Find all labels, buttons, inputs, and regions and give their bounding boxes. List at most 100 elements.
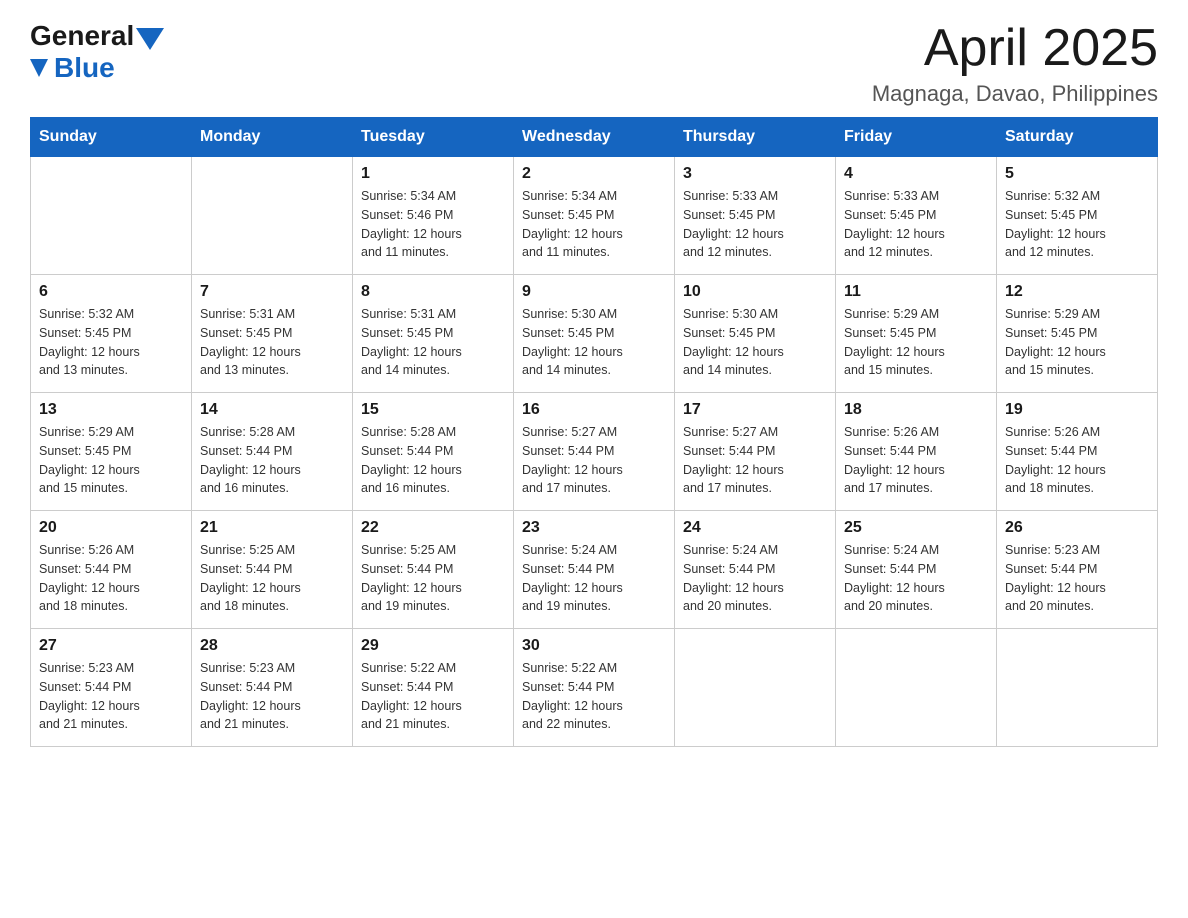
calendar-cell: 14 Sunrise: 5:28 AMSunset: 5:44 PMDayligh… xyxy=(192,393,353,511)
day-info: Sunrise: 5:25 AMSunset: 5:44 PMDaylight:… xyxy=(361,541,505,616)
calendar-cell: 29 Sunrise: 5:22 AMSunset: 5:44 PMDayligh… xyxy=(353,629,514,747)
day-info: Sunrise: 5:27 AMSunset: 5:44 PMDaylight:… xyxy=(522,423,666,498)
weekday-header-tuesday: Tuesday xyxy=(353,118,514,157)
day-info: Sunrise: 5:27 AMSunset: 5:44 PMDaylight:… xyxy=(683,423,827,498)
weekday-header-row: SundayMondayTuesdayWednesdayThursdayFrid… xyxy=(31,118,1158,157)
calendar-week-row: 20 Sunrise: 5:26 AMSunset: 5:44 PMDayligh… xyxy=(31,511,1158,629)
calendar-cell xyxy=(836,629,997,747)
day-number: 15 xyxy=(361,401,505,419)
day-info: Sunrise: 5:22 AMSunset: 5:44 PMDaylight:… xyxy=(361,659,505,734)
day-info: Sunrise: 5:24 AMSunset: 5:44 PMDaylight:… xyxy=(683,541,827,616)
day-info: Sunrise: 5:26 AMSunset: 5:44 PMDaylight:… xyxy=(844,423,988,498)
day-info: Sunrise: 5:23 AMSunset: 5:44 PMDaylight:… xyxy=(200,659,344,734)
calendar-cell: 22 Sunrise: 5:25 AMSunset: 5:44 PMDayligh… xyxy=(353,511,514,629)
day-number: 5 xyxy=(1005,165,1149,183)
day-number: 4 xyxy=(844,165,988,183)
day-number: 22 xyxy=(361,519,505,537)
day-number: 27 xyxy=(39,637,183,655)
calendar-cell: 19Sunrise: 5:26 AMSunset: 5:44 PMDayligh… xyxy=(997,393,1158,511)
day-info: Sunrise: 5:26 AMSunset: 5:44 PMDaylight:… xyxy=(1005,423,1149,498)
day-number: 7 xyxy=(200,283,344,301)
day-info: Sunrise: 5:34 AMSunset: 5:46 PMDaylight:… xyxy=(361,187,505,262)
day-number: 21 xyxy=(200,519,344,537)
day-number: 1 xyxy=(361,165,505,183)
calendar-week-row: 1 Sunrise: 5:34 AMSunset: 5:46 PMDaylight… xyxy=(31,157,1158,275)
calendar-cell: 18Sunrise: 5:26 AMSunset: 5:44 PMDayligh… xyxy=(836,393,997,511)
calendar-week-row: 27 Sunrise: 5:23 AMSunset: 5:44 PMDayligh… xyxy=(31,629,1158,747)
day-info: Sunrise: 5:22 AMSunset: 5:44 PMDaylight:… xyxy=(522,659,666,734)
calendar-table: SundayMondayTuesdayWednesdayThursdayFrid… xyxy=(30,117,1158,747)
day-info: Sunrise: 5:28 AMSunset: 5:44 PMDaylight:… xyxy=(361,423,505,498)
weekday-header-saturday: Saturday xyxy=(997,118,1158,157)
calendar-cell: 23Sunrise: 5:24 AMSunset: 5:44 PMDayligh… xyxy=(514,511,675,629)
day-number: 29 xyxy=(361,637,505,655)
calendar-cell: 8 Sunrise: 5:31 AMSunset: 5:45 PMDaylight… xyxy=(353,275,514,393)
calendar-cell: 1 Sunrise: 5:34 AMSunset: 5:46 PMDaylight… xyxy=(353,157,514,275)
day-number: 12 xyxy=(1005,283,1149,301)
calendar-cell: 20 Sunrise: 5:26 AMSunset: 5:44 PMDayligh… xyxy=(31,511,192,629)
calendar-cell: 10Sunrise: 5:30 AMSunset: 5:45 PMDayligh… xyxy=(675,275,836,393)
day-info: Sunrise: 5:26 AMSunset: 5:44 PMDaylight:… xyxy=(39,541,183,616)
calendar-cell: 5 Sunrise: 5:32 AMSunset: 5:45 PMDaylight… xyxy=(997,157,1158,275)
page-header: General Blue April 2025 Magnaga, Davao, … xyxy=(30,20,1158,107)
calendar-cell: 24 Sunrise: 5:24 AMSunset: 5:44 PMDayligh… xyxy=(675,511,836,629)
day-number: 13 xyxy=(39,401,183,419)
calendar-cell: 15 Sunrise: 5:28 AMSunset: 5:44 PMDayligh… xyxy=(353,393,514,511)
calendar-cell xyxy=(997,629,1158,747)
day-info: Sunrise: 5:23 AMSunset: 5:44 PMDaylight:… xyxy=(1005,541,1149,616)
weekday-header-friday: Friday xyxy=(836,118,997,157)
day-info: Sunrise: 5:29 AMSunset: 5:45 PMDaylight:… xyxy=(844,305,988,380)
calendar-cell: 2 Sunrise: 5:34 AMSunset: 5:45 PMDaylight… xyxy=(514,157,675,275)
day-number: 8 xyxy=(361,283,505,301)
logo: General Blue xyxy=(30,20,164,84)
day-number: 20 xyxy=(39,519,183,537)
calendar-cell: 6 Sunrise: 5:32 AMSunset: 5:45 PMDaylight… xyxy=(31,275,192,393)
day-info: Sunrise: 5:25 AMSunset: 5:44 PMDaylight:… xyxy=(200,541,344,616)
calendar-cell: 16Sunrise: 5:27 AMSunset: 5:44 PMDayligh… xyxy=(514,393,675,511)
day-info: Sunrise: 5:29 AMSunset: 5:45 PMDaylight:… xyxy=(39,423,183,498)
day-number: 30 xyxy=(522,637,666,655)
calendar-cell: 13 Sunrise: 5:29 AMSunset: 5:45 PMDayligh… xyxy=(31,393,192,511)
calendar-cell: 7 Sunrise: 5:31 AMSunset: 5:45 PMDaylight… xyxy=(192,275,353,393)
day-info: Sunrise: 5:24 AMSunset: 5:44 PMDaylight:… xyxy=(844,541,988,616)
day-info: Sunrise: 5:34 AMSunset: 5:45 PMDaylight:… xyxy=(522,187,666,262)
calendar-cell: 28 Sunrise: 5:23 AMSunset: 5:44 PMDayligh… xyxy=(192,629,353,747)
calendar-cell: 3 Sunrise: 5:33 AMSunset: 5:45 PMDaylight… xyxy=(675,157,836,275)
day-number: 17 xyxy=(683,401,827,419)
day-info: Sunrise: 5:33 AMSunset: 5:45 PMDaylight:… xyxy=(683,187,827,262)
calendar-cell: 25 Sunrise: 5:24 AMSunset: 5:44 PMDayligh… xyxy=(836,511,997,629)
calendar-cell: 26Sunrise: 5:23 AMSunset: 5:44 PMDayligh… xyxy=(997,511,1158,629)
day-number: 14 xyxy=(200,401,344,419)
day-number: 3 xyxy=(683,165,827,183)
calendar-title: April 2025 xyxy=(872,20,1158,77)
calendar-week-row: 13 Sunrise: 5:29 AMSunset: 5:45 PMDayligh… xyxy=(31,393,1158,511)
day-info: Sunrise: 5:30 AMSunset: 5:45 PMDaylight:… xyxy=(683,305,827,380)
calendar-cell: 9Sunrise: 5:30 AMSunset: 5:45 PMDaylight… xyxy=(514,275,675,393)
day-info: Sunrise: 5:28 AMSunset: 5:44 PMDaylight:… xyxy=(200,423,344,498)
calendar-cell: 21 Sunrise: 5:25 AMSunset: 5:44 PMDayligh… xyxy=(192,511,353,629)
day-info: Sunrise: 5:31 AMSunset: 5:45 PMDaylight:… xyxy=(361,305,505,380)
calendar-cell xyxy=(31,157,192,275)
day-number: 11 xyxy=(844,283,988,301)
weekday-header-wednesday: Wednesday xyxy=(514,118,675,157)
day-info: Sunrise: 5:32 AMSunset: 5:45 PMDaylight:… xyxy=(39,305,183,380)
calendar-location: Magnaga, Davao, Philippines xyxy=(872,81,1158,107)
weekday-header-monday: Monday xyxy=(192,118,353,157)
calendar-cell: 30 Sunrise: 5:22 AMSunset: 5:44 PMDayligh… xyxy=(514,629,675,747)
day-info: Sunrise: 5:31 AMSunset: 5:45 PMDaylight:… xyxy=(200,305,344,380)
day-number: 6 xyxy=(39,283,183,301)
day-number: 28 xyxy=(200,637,344,655)
day-number: 2 xyxy=(522,165,666,183)
calendar-cell xyxy=(192,157,353,275)
logo-triangle-icon xyxy=(136,28,164,50)
calendar-cell: 17 Sunrise: 5:27 AMSunset: 5:44 PMDayligh… xyxy=(675,393,836,511)
day-number: 24 xyxy=(683,519,827,537)
day-number: 25 xyxy=(844,519,988,537)
weekday-header-sunday: Sunday xyxy=(31,118,192,157)
calendar-cell: 12Sunrise: 5:29 AMSunset: 5:45 PMDayligh… xyxy=(997,275,1158,393)
calendar-week-row: 6 Sunrise: 5:32 AMSunset: 5:45 PMDaylight… xyxy=(31,275,1158,393)
day-info: Sunrise: 5:32 AMSunset: 5:45 PMDaylight:… xyxy=(1005,187,1149,262)
logo-small-triangle-icon xyxy=(30,59,48,77)
day-info: Sunrise: 5:33 AMSunset: 5:45 PMDaylight:… xyxy=(844,187,988,262)
title-section: April 2025 Magnaga, Davao, Philippines xyxy=(872,20,1158,107)
